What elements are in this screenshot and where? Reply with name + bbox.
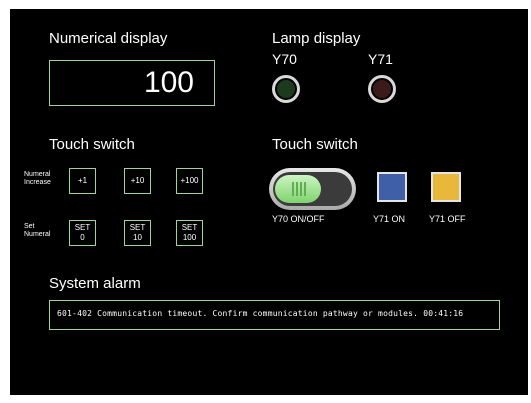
set-10-button[interactable]: SET 10 <box>124 220 151 246</box>
system-alarm-box: 601-402 Communication timeout. Confirm c… <box>49 300 500 330</box>
y71-off-label: Y71 OFF <box>429 214 466 224</box>
numeral-increase-label: Numeral Increase <box>24 171 51 187</box>
lamp-y70 <box>272 75 300 103</box>
set-100-button-line1: SET <box>181 223 198 232</box>
numeral-increase-label-line2: Increase <box>24 179 51 186</box>
system-alarm-title: System alarm <box>49 275 141 292</box>
set-numeral-label: Set Numeral <box>24 223 50 239</box>
numerical-display-title: Numerical display <box>49 30 168 47</box>
lamp-y71 <box>368 75 396 103</box>
set-10-button-line2: 10 <box>133 233 142 242</box>
set-numeral-label-line2: Numeral <box>24 231 51 238</box>
set-0-button[interactable]: SET 0 <box>69 220 96 246</box>
system-alarm-message: 601-402 Communication timeout. Confirm c… <box>57 309 464 318</box>
lamp-display-title: Lamp display <box>272 30 361 47</box>
y70-toggle-track <box>273 172 352 206</box>
set-0-button-line1: SET <box>74 223 91 232</box>
increase-10-button[interactable]: +10 <box>124 168 151 194</box>
numeral-increase-label-line1: Numeral <box>24 171 51 178</box>
lamp-y71-indicator <box>373 80 391 98</box>
numerical-display-box: 100 <box>49 60 215 106</box>
y71-off-button[interactable] <box>431 172 461 202</box>
hmi-panel: Numerical display 100 Lamp display Y70 Y… <box>10 9 528 395</box>
lamp-label-y70: Y70 <box>272 51 297 67</box>
set-100-button[interactable]: SET 100 <box>176 220 203 246</box>
toggle-grip-line <box>292 182 294 196</box>
touch-switch-right-title: Touch switch <box>272 136 358 153</box>
y70-toggle-switch[interactable] <box>269 168 356 210</box>
numerical-display-value: 100 <box>143 66 194 99</box>
set-100-button-line2: 100 <box>182 233 197 242</box>
y70-toggle-knob <box>275 175 321 203</box>
y71-on-button[interactable] <box>377 172 407 202</box>
touch-switch-left-title: Touch switch <box>49 136 135 153</box>
lamp-y70-indicator <box>277 80 295 98</box>
set-10-button-line1: SET <box>129 223 146 232</box>
set-numeral-label-line1: Set <box>24 223 35 230</box>
increase-100-button[interactable]: +100 <box>176 168 203 194</box>
toggle-grip-line <box>300 182 302 196</box>
toggle-grip-line <box>304 182 306 196</box>
set-0-button-line2: 0 <box>80 233 85 242</box>
y71-on-label: Y71 ON <box>373 214 406 224</box>
y70-toggle-label: Y70 ON/OFF <box>272 214 325 224</box>
toggle-grip-line <box>296 182 298 196</box>
increase-1-button[interactable]: +1 <box>69 168 96 194</box>
lamp-label-y71: Y71 <box>368 51 393 67</box>
